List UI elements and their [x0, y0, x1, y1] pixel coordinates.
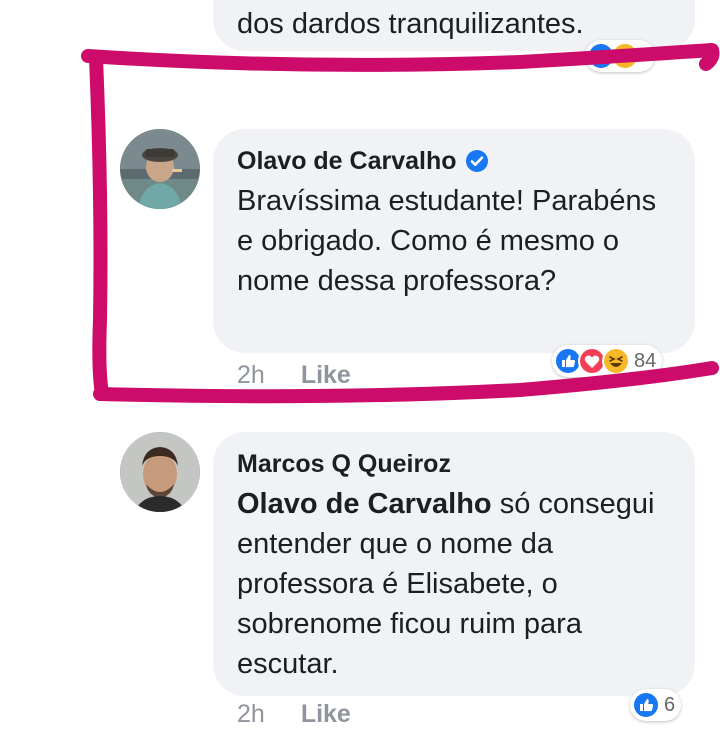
verified-badge-icon	[465, 150, 488, 172]
comment-text: Bravíssima estudante! Parabéns e obrigad…	[237, 185, 657, 297]
mention-link[interactable]: Olavo de Carvalho	[237, 488, 492, 520]
main-comment-bubble: Olavo de Carvalho Bravíssima estudante! …	[213, 129, 695, 353]
reaction-count: 84	[634, 349, 657, 372]
reaction-count-reply: 6	[664, 693, 676, 716]
comment-author-row: Olavo de Carvalho	[237, 145, 671, 177]
previous-comment-text: dos dardos tranquilizantes.	[237, 8, 584, 40]
avatar-olavo-image	[120, 129, 200, 209]
previous-comment-reactions[interactable]	[585, 40, 655, 72]
comment-timestamp[interactable]: 2h	[237, 361, 265, 390]
main-comment-actions: 2h Like	[237, 361, 351, 390]
like-button-reply[interactable]: Like	[301, 700, 351, 729]
comment-timestamp-reply[interactable]: 2h	[237, 700, 265, 729]
comment-author-name-reply[interactable]: Marcos Q Queiroz	[237, 448, 671, 480]
haha-icon	[611, 42, 639, 70]
reply-comment-bubble: Marcos Q Queiroz Olavo de Carvalho só co…	[213, 432, 695, 696]
reply-comment-actions: 2h Like	[237, 700, 351, 729]
comment-author-name[interactable]: Olavo de Carvalho	[237, 145, 457, 177]
like-button[interactable]: Like	[301, 361, 351, 390]
avatar-marcos-image	[120, 432, 200, 512]
avatar[interactable]	[120, 129, 200, 209]
avatar[interactable]	[120, 432, 200, 512]
reply-comment-text: Olavo de Carvalho só consegui entender q…	[237, 484, 671, 684]
haha-icon	[602, 347, 630, 375]
like-icon	[632, 691, 660, 719]
main-comment-reactions[interactable]: 84	[552, 345, 663, 377]
reply-comment-reactions[interactable]: 6	[630, 689, 682, 721]
